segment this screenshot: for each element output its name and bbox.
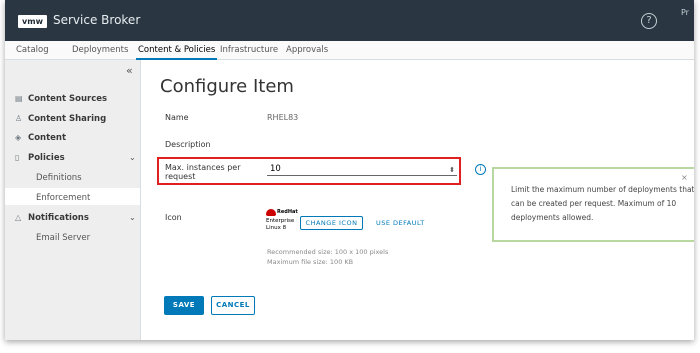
sidebar-item-content-sources[interactable]: ▤ Content Sources <box>15 94 107 104</box>
sidebar-item-label: Content Sharing <box>27 114 107 124</box>
user-menu-truncated[interactable]: Pr <box>681 8 689 17</box>
tooltip-text: Limit the maximum number of deployments … <box>511 185 694 222</box>
tab-catalog[interactable]: Catalog <box>16 45 49 55</box>
sidebar-item-label: Content <box>27 133 67 143</box>
tab-infrastructure[interactable]: Infrastructure <box>220 45 278 55</box>
main-tabs: Catalog Deployments Content & Policies I… <box>5 41 694 60</box>
cancel-button[interactable]: CANCEL <box>211 296 255 315</box>
max-file-size-hint: Maximum file size: 100 KB <box>267 258 354 266</box>
sidebar-item-content[interactable]: ◈ Content <box>15 133 66 143</box>
policies-icon: ▯ <box>15 153 20 162</box>
sidebar-item-label: Content Sources <box>27 94 108 104</box>
top-nav-bar: vmw Service Broker ? Pr <box>5 0 694 41</box>
info-tooltip: × Limit the maximum number of deployment… <box>492 167 694 242</box>
tab-approvals[interactable]: Approvals <box>286 45 328 55</box>
content-sharing-icon: ♙ <box>15 114 23 123</box>
sidebar-item-enforcement[interactable]: Enforcement <box>36 193 90 203</box>
page-title: Configure Item <box>160 76 294 97</box>
sidebar-item-label: Notifications <box>27 213 89 223</box>
chevron-down-icon[interactable]: ⌄ <box>129 153 136 162</box>
sidebar-item-label: Policies <box>27 153 65 163</box>
rhel-logo-image: RedHat Enterprise Linux 8 <box>266 209 298 231</box>
sidebar: « ▤ Content Sources ♙ Content Sharing ◈ … <box>5 60 141 340</box>
sidebar-item-email-server[interactable]: Email Server <box>36 233 90 243</box>
icon-label: Icon <box>165 213 182 222</box>
sidebar-item-definitions[interactable]: Definitions <box>36 173 82 183</box>
chevron-down-icon[interactable]: ⌄ <box>129 213 136 222</box>
red-hat-icon <box>266 209 276 216</box>
change-icon-button[interactable]: CHANGE ICON <box>300 216 363 230</box>
description-label: Description <box>165 140 211 149</box>
app-window: vmw Service Broker ? Pr Catalog Deployme… <box>5 0 694 340</box>
max-instances-value: 10 <box>270 164 281 174</box>
tab-deployments[interactable]: Deployments <box>72 45 128 55</box>
spinner-icon[interactable]: ⬍ <box>449 164 455 176</box>
name-value: RHEL83 <box>267 113 299 122</box>
app-title: Service Broker <box>53 13 141 27</box>
help-icon[interactable]: ? <box>641 13 657 29</box>
vmware-logo: vmw <box>18 15 47 28</box>
close-icon[interactable]: × <box>681 173 688 182</box>
info-icon[interactable]: i <box>475 164 486 175</box>
content-sources-icon: ▤ <box>15 94 23 103</box>
use-default-button[interactable]: USE DEFAULT <box>376 219 425 227</box>
name-label: Name <box>165 113 189 122</box>
collapse-sidebar-icon[interactable]: « <box>126 64 133 77</box>
tab-content-policies[interactable]: Content & Policies <box>135 45 218 60</box>
sidebar-item-notifications[interactable]: △ Notifications <box>15 213 89 223</box>
recommended-size-hint: Recommended size: 100 x 100 pixels <box>267 248 389 256</box>
max-instances-label: Max. instances per request <box>165 163 241 181</box>
save-button[interactable]: SAVE <box>164 296 204 315</box>
bell-icon: △ <box>15 213 22 222</box>
sidebar-item-content-sharing[interactable]: ♙ Content Sharing <box>15 114 106 124</box>
content-icon: ◈ <box>15 133 22 142</box>
max-instances-input[interactable]: 10 ⬍ <box>267 163 457 176</box>
sidebar-item-policies[interactable]: ▯ Policies <box>15 153 65 163</box>
